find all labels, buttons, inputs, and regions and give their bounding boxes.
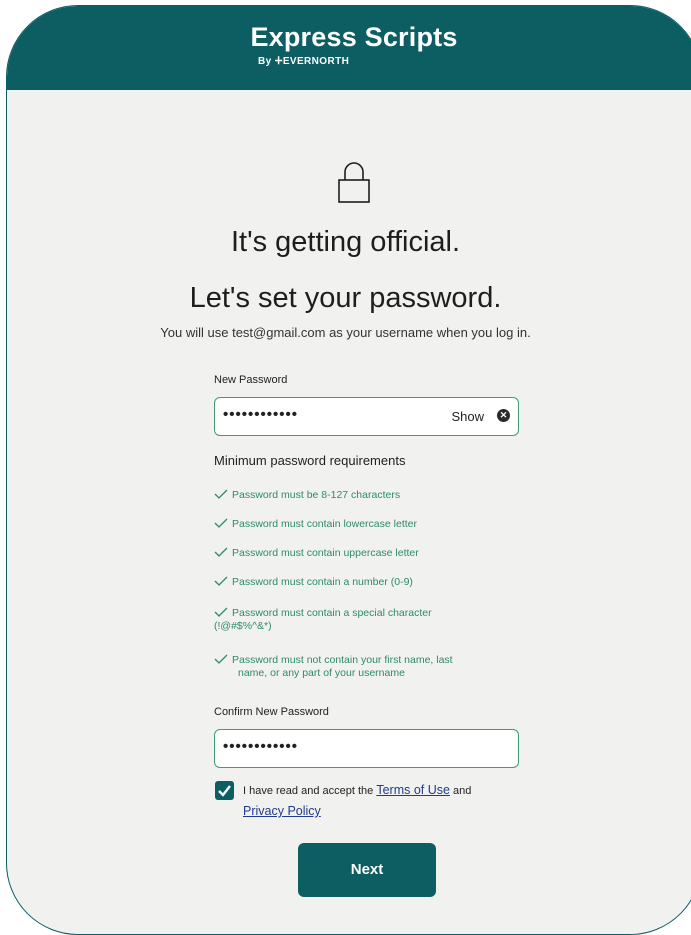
terms-checkbox[interactable] xyxy=(215,781,234,800)
requirement-item: Password must contain uppercase letter xyxy=(214,547,514,560)
privacy-policy-link[interactable]: Privacy Policy xyxy=(243,804,321,818)
confirm-password-input[interactable]: •••••••••••• xyxy=(214,729,519,768)
requirement-item: Password must contain a number (0-9) xyxy=(214,576,514,589)
check-icon xyxy=(214,654,228,664)
brand-logo-subtitle: By ⵜEVERNORTH xyxy=(258,56,350,67)
requirement-item: Password must not contain your first nam… xyxy=(214,654,514,680)
check-icon xyxy=(214,547,228,557)
new-password-input[interactable]: •••••••••••• Show ✕ xyxy=(214,397,519,436)
brand-logo-title: Express Scripts xyxy=(250,22,458,52)
clear-icon[interactable]: ✕ xyxy=(497,409,510,422)
page-heading-line2: Let's set your password. xyxy=(189,282,502,314)
new-password-value: •••••••••••• xyxy=(223,406,299,423)
check-icon xyxy=(214,576,228,586)
terms-text: I have read and accept the Terms of Use … xyxy=(243,783,472,818)
requirement-item: Password must contain a special characte… xyxy=(214,607,432,632)
checkmark-icon xyxy=(218,785,231,797)
check-icon xyxy=(214,607,228,617)
page-heading-line1: It's getting official. xyxy=(230,226,461,258)
show-password-toggle[interactable]: Show xyxy=(451,409,484,424)
username-intro-text: You will use test@gmail.com as your user… xyxy=(160,325,531,340)
check-icon xyxy=(214,518,228,528)
confirm-password-value: •••••••••••• xyxy=(223,738,299,755)
lock-icon xyxy=(338,162,370,203)
requirement-item: Password must be 8-127 characters xyxy=(214,489,514,502)
new-password-label: New Password xyxy=(214,374,288,386)
check-icon xyxy=(214,489,228,499)
requirement-item: Password must contain lowercase letter xyxy=(214,518,514,531)
header-bar: Express Scripts By ⵜEVERNORTH xyxy=(7,6,691,90)
next-button[interactable]: Next xyxy=(298,843,436,897)
confirm-password-label: Confirm New Password xyxy=(214,706,329,718)
terms-of-use-link[interactable]: Terms of Use xyxy=(376,783,450,797)
requirements-title: Minimum password requirements xyxy=(214,453,406,468)
